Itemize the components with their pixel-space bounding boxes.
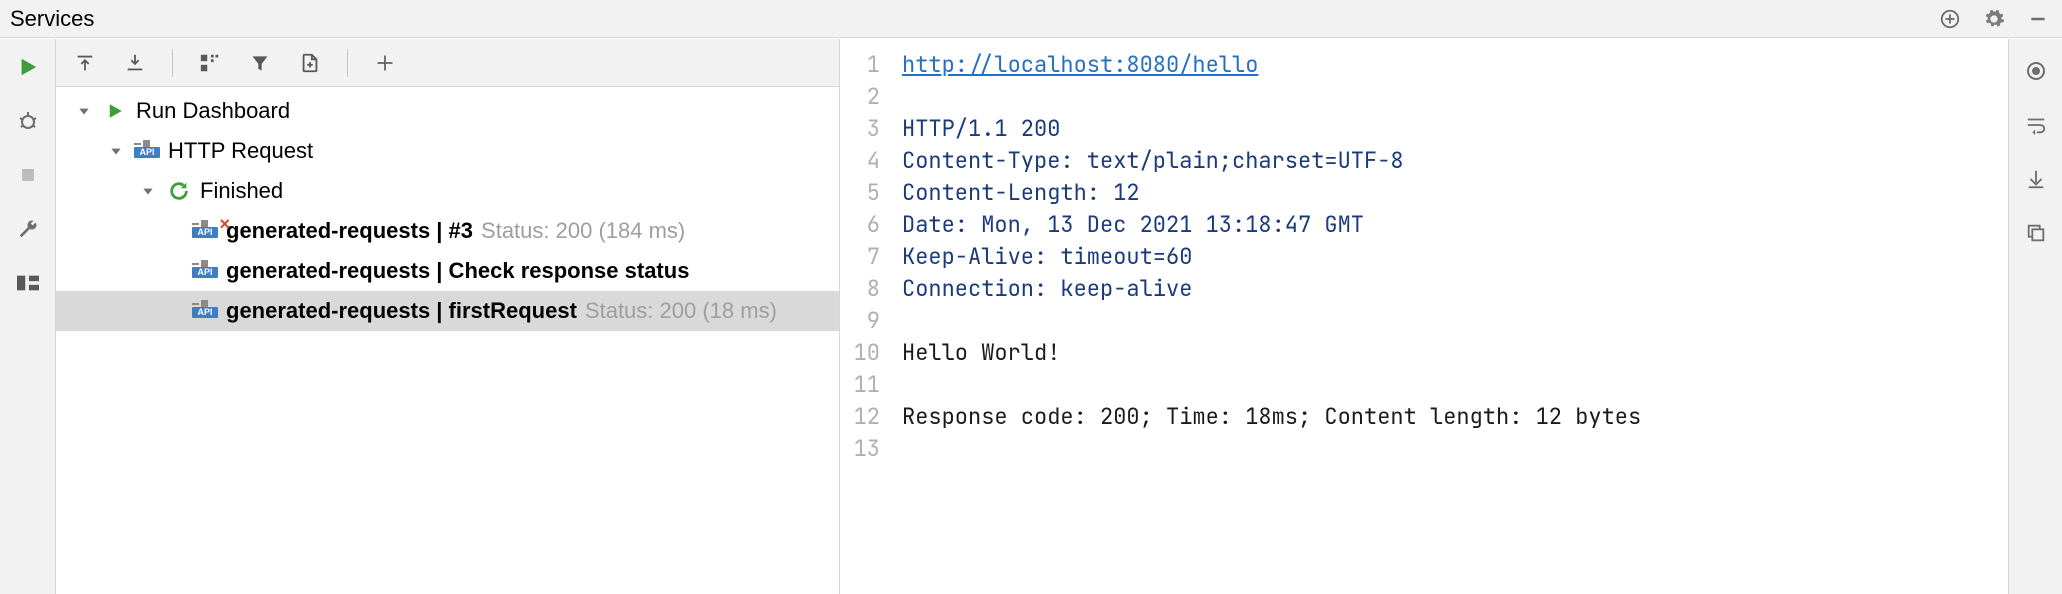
- api-icon: API: [134, 140, 168, 162]
- minimize-icon[interactable]: [2024, 5, 2052, 33]
- response-line: http://localhost:8080/hello: [902, 49, 2008, 81]
- tree-item-label: generated-requests | Check response stat…: [226, 258, 689, 284]
- copy-icon[interactable]: [2022, 219, 2050, 247]
- chevron-down-icon[interactable]: [104, 139, 128, 163]
- tree-item-status: Status: 200 (18 ms): [585, 298, 777, 324]
- line-number: 10: [840, 337, 880, 369]
- collapse-all-icon[interactable]: [118, 46, 152, 80]
- response-line: Content-Type: text/plain;charset=UTF-8: [902, 145, 2008, 177]
- line-number-gutter: 12345678910111213: [840, 39, 890, 594]
- chevron-down-icon[interactable]: [72, 99, 96, 123]
- group-by-icon[interactable]: [193, 46, 227, 80]
- tree-item-status: Status: 200 (184 ms): [481, 218, 685, 244]
- response-line: Date: Mon, 13 Dec 2021 13:18:47 GMT: [902, 209, 2008, 241]
- tree-item-label: generated-requests | firstRequest: [226, 298, 577, 324]
- run-icon: [102, 98, 128, 124]
- separator: [347, 49, 348, 77]
- line-number: 13: [840, 433, 880, 465]
- line-number: 5: [840, 177, 880, 209]
- layout-icon[interactable]: [12, 267, 44, 299]
- line-number: 11: [840, 369, 880, 401]
- api-icon: API: [192, 260, 226, 282]
- tree-toolbar: [56, 39, 839, 87]
- add-icon[interactable]: [368, 46, 402, 80]
- open-file-icon[interactable]: [293, 46, 327, 80]
- line-number: 7: [840, 241, 880, 273]
- run-gutter: [0, 39, 56, 594]
- chevron-down-icon[interactable]: [136, 179, 160, 203]
- editor-gutter: [2008, 39, 2062, 594]
- line-number: 9: [840, 305, 880, 337]
- tree-item-request[interactable]: API × generated-requests | #3 Status: 20…: [56, 211, 839, 251]
- tree-pane: Run Dashboard API HTTP Request Finished: [56, 39, 840, 594]
- tree-label: HTTP Request: [168, 138, 313, 164]
- tree-item-request[interactable]: API generated-requests | firstRequest St…: [56, 291, 839, 331]
- response-line: [902, 433, 2008, 465]
- response-line: Keep-Alive: timeout=60: [902, 241, 2008, 273]
- inspections-icon[interactable]: [2022, 57, 2050, 85]
- services-tree[interactable]: Run Dashboard API HTTP Request Finished: [56, 87, 839, 594]
- expand-all-icon[interactable]: [68, 46, 102, 80]
- tree-node-root[interactable]: Run Dashboard: [56, 91, 839, 131]
- gear-icon[interactable]: [1980, 5, 2008, 33]
- wrench-icon[interactable]: [12, 213, 44, 245]
- line-number: 4: [840, 145, 880, 177]
- line-number: 1: [840, 49, 880, 81]
- api-error-icon: API ×: [192, 220, 226, 242]
- line-number: 3: [840, 113, 880, 145]
- debug-icon[interactable]: [12, 105, 44, 137]
- tree-label: Run Dashboard: [136, 98, 290, 124]
- response-body[interactable]: http://localhost:8080/hello HTTP/1.1 200…: [890, 39, 2008, 594]
- response-line: Content-Length: 12: [902, 177, 2008, 209]
- response-url[interactable]: http://localhost:8080/hello: [902, 50, 1258, 79]
- tree-node-config[interactable]: API HTTP Request: [56, 131, 839, 171]
- rerun-icon: [166, 178, 192, 204]
- separator: [172, 49, 173, 77]
- panel-body: Run Dashboard API HTTP Request Finished: [0, 38, 2062, 594]
- response-line: [902, 305, 2008, 337]
- tree-label: Finished: [200, 178, 283, 204]
- panel-header: Services: [0, 0, 2062, 38]
- line-number: 8: [840, 273, 880, 305]
- filter-icon[interactable]: [243, 46, 277, 80]
- add-service-icon[interactable]: [1936, 5, 1964, 33]
- response-line: [902, 81, 2008, 113]
- line-number: 6: [840, 209, 880, 241]
- response-line: Response code: 200; Time: 18ms; Content …: [902, 401, 2008, 433]
- response-line: HTTP/1.1 200: [902, 113, 2008, 145]
- panel-title: Services: [10, 6, 94, 32]
- tree-item-request[interactable]: API generated-requests | Check response …: [56, 251, 839, 291]
- line-number: 2: [840, 81, 880, 113]
- line-number: 12: [840, 401, 880, 433]
- response-line: [902, 369, 2008, 401]
- tree-item-label: generated-requests | #3: [226, 218, 473, 244]
- soft-wrap-icon[interactable]: [2022, 111, 2050, 139]
- tree-node-group[interactable]: Finished: [56, 171, 839, 211]
- response-line: Hello World!: [902, 337, 2008, 369]
- scroll-to-end-icon[interactable]: [2022, 165, 2050, 193]
- stop-icon[interactable]: [12, 159, 44, 191]
- run-icon[interactable]: [12, 51, 44, 83]
- response-line: Connection: keep-alive: [902, 273, 2008, 305]
- api-icon: API: [192, 300, 226, 322]
- response-pane: 12345678910111213 http://localhost:8080/…: [840, 39, 2008, 594]
